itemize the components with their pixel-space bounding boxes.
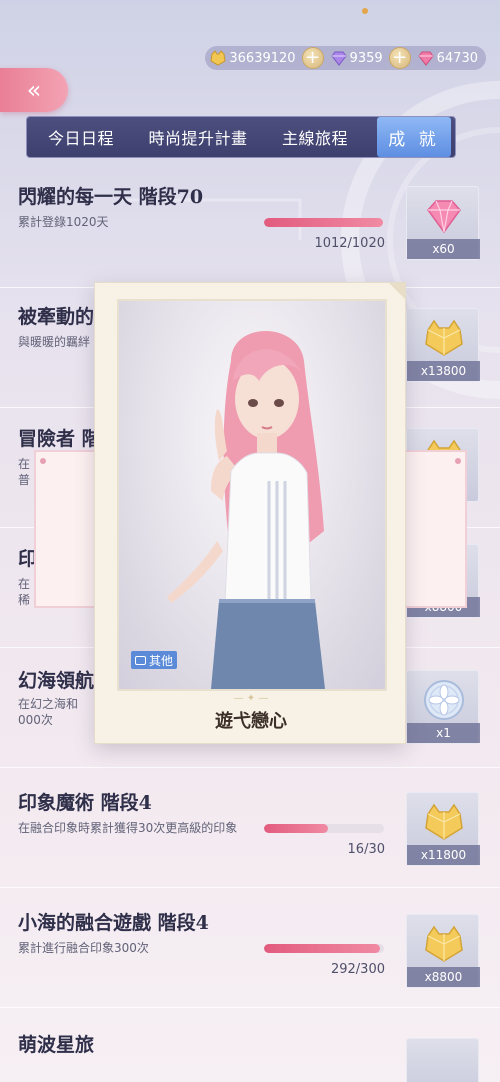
tab-main-journey[interactable]: 主線旅程: [261, 116, 369, 158]
outfit-name: 遊弋戀心: [215, 711, 287, 732]
purple-gem-amount: 9359: [349, 50, 383, 66]
achievement-desc: 累計進行融合印象300次: [18, 941, 149, 955]
notification-dot: [362, 8, 368, 14]
progress-fill: [264, 944, 381, 953]
outfit-photo-card[interactable]: 其他 — ✦ — 遊弋戀心: [94, 282, 406, 744]
popup-side-panel-right: [404, 450, 467, 608]
double-chevron-left-icon: «: [26, 76, 42, 104]
character-portrait: [117, 299, 387, 691]
reward-quantity: x13800: [407, 361, 480, 381]
achievement-title: 印象魔術 階段4: [18, 792, 152, 814]
reward-slot[interactable]: x8800: [406, 914, 480, 988]
silver-flower-coin-icon: [407, 675, 480, 725]
progress-bar: [264, 218, 384, 227]
gold-amount: 36639120: [229, 50, 296, 66]
reward-slot[interactable]: x60: [406, 186, 480, 260]
reward-slot[interactable]: x11800: [406, 792, 480, 866]
tab-achievements[interactable]: 成 就: [377, 117, 451, 157]
achievement-desc: 在融合印象時累計獲得30次更高級的印象: [18, 821, 238, 835]
achievement-title: 閃耀的每一天 階段70: [18, 186, 204, 208]
reward-slot[interactable]: x13800: [406, 308, 480, 382]
reward-quantity: x60: [407, 239, 480, 259]
achievement-row: 印象魔術 階段4 在融合印象時累計獲得30次更高級的印象 16/30 x1180…: [0, 768, 500, 888]
achievement-title: 萌波星旅: [18, 1034, 95, 1056]
currency-purple-gem: 9359: [330, 46, 389, 70]
category-label: 其他: [149, 653, 174, 668]
gold-cat-coin-icon: [407, 797, 480, 847]
add-purple-gem-button[interactable]: +: [388, 47, 411, 69]
achievement-row: 閃耀的每一天 階段70 累計登錄1020天 1012/1020 x60: [0, 168, 500, 288]
progress-fill: [264, 218, 383, 227]
pink-diamond-icon: [407, 191, 480, 241]
pink-gem-icon: [417, 49, 435, 67]
popup-side-panel-left: [34, 450, 96, 608]
achievement-row: 小海的融合遊戲 階段4 累計進行融合印象300次 292/300 x8800: [0, 888, 500, 1008]
back-button[interactable]: «: [0, 68, 68, 112]
tab-bar: 今日日程 時尚提升計畫 主線旅程 成 就: [26, 116, 456, 158]
gold-cat-coin-icon: [209, 49, 227, 67]
reward-quantity: x11800: [407, 845, 480, 865]
category-badge: 其他: [131, 651, 178, 669]
reward-slot[interactable]: [406, 1038, 479, 1082]
progress-text: 1012/1020: [314, 236, 385, 251]
achievement-desc: 累計登錄1020天: [18, 215, 109, 229]
pink-gem-amount: 64730: [436, 50, 478, 66]
reward-quantity: x8800: [407, 967, 480, 987]
currency-pink-gem: 64730: [417, 46, 484, 70]
achievement-title: 冒險者 階: [18, 428, 101, 450]
currency-bar: 36639120 + 9359 + 64730: [205, 46, 486, 70]
reward-quantity: x1: [407, 723, 480, 743]
progress-bar: [264, 944, 384, 953]
achievement-title: 小海的融合遊戲 階段4: [18, 912, 209, 934]
caption-ornament: — ✦ —: [233, 693, 269, 704]
tab-daily-schedule[interactable]: 今日日程: [27, 116, 135, 158]
achievement-row: 萌波星旅: [0, 1008, 500, 1082]
purple-gem-icon: [330, 49, 348, 67]
achievement-title: 幻海領航: [18, 670, 95, 692]
progress-bar: [264, 824, 384, 833]
progress-text: 292/300: [330, 962, 385, 977]
gold-cat-coin-icon: [407, 313, 480, 363]
currency-gold: 36639120: [209, 46, 301, 70]
card-fold-corner: [389, 283, 405, 299]
gold-cat-coin-icon: [407, 919, 480, 969]
camera-icon: [135, 655, 146, 665]
character-illustration: [167, 331, 325, 689]
tab-fashion-plan[interactable]: 時尚提升計畫: [135, 116, 261, 158]
progress-fill: [264, 824, 328, 833]
add-gold-button[interactable]: +: [301, 47, 324, 69]
reward-slot[interactable]: x1: [406, 670, 480, 744]
progress-text: 16/30: [347, 842, 385, 857]
